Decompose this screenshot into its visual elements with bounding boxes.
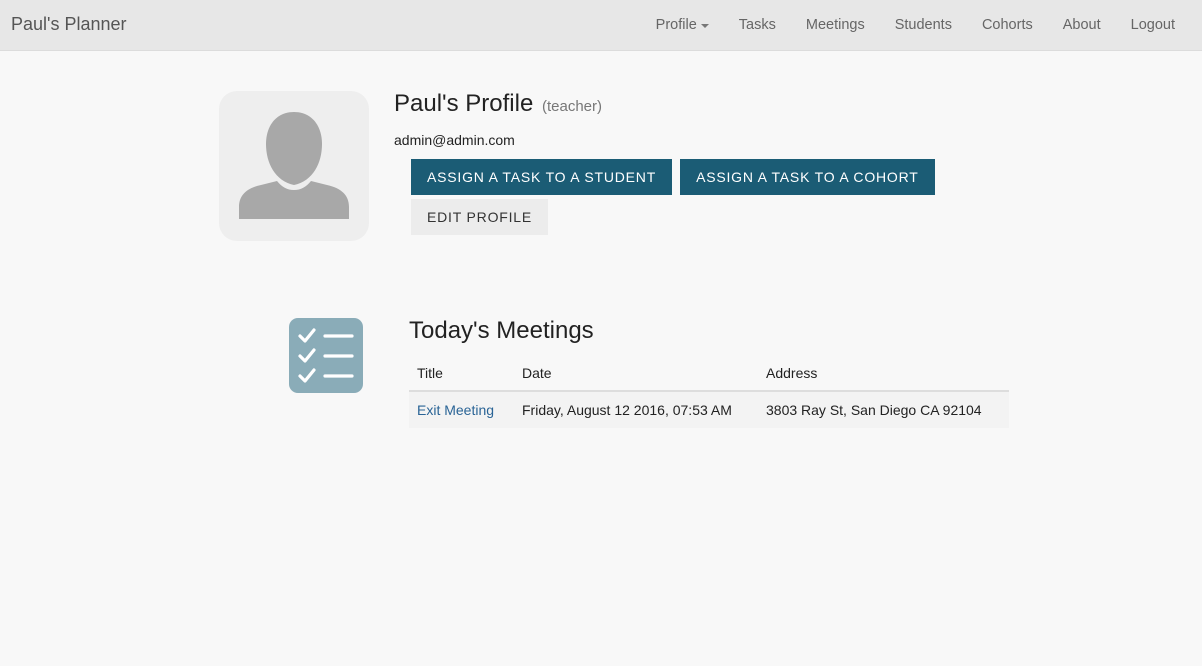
- nav-item-logout[interactable]: Logout: [1116, 17, 1190, 33]
- nav-item-profile-label: Profile: [655, 17, 697, 33]
- table-row: Exit Meeting Friday, August 12 2016, 07:…: [409, 391, 1009, 428]
- nav-item-profile[interactable]: Profile: [641, 17, 724, 33]
- nav-item-cohorts[interactable]: Cohorts: [967, 17, 1048, 33]
- profile-role: (teacher): [541, 98, 603, 115]
- meeting-title-link[interactable]: Exit Meeting: [417, 402, 494, 418]
- nav-item-meetings-label: Meetings: [805, 17, 865, 33]
- meeting-date-cell: Friday, August 12 2016, 07:53 AM: [514, 391, 758, 428]
- nav-item-cohorts-label: Cohorts: [981, 17, 1033, 33]
- table-header-row: Title Date Address: [409, 355, 1009, 392]
- meetings-table: Title Date Address Exit Meeting Friday, …: [409, 355, 1009, 428]
- assign-task-cohort-button[interactable]: ASSIGN A TASK TO A COHORT: [680, 159, 935, 195]
- nav-item-meetings[interactable]: Meetings: [791, 17, 880, 33]
- nav-item-about[interactable]: About: [1048, 17, 1116, 33]
- brand-link[interactable]: Paul's Planner: [11, 14, 127, 35]
- nav-item-about-label: About: [1062, 17, 1101, 33]
- nav-menu: Profile Tasks Meetings Students Cohorts …: [641, 0, 1202, 50]
- nav-item-tasks[interactable]: Tasks: [724, 17, 791, 33]
- nav-item-students-label: Students: [894, 17, 952, 33]
- column-header-address: Address: [758, 355, 1009, 392]
- top-navbar: Paul's Planner Profile Tasks Meetings St…: [0, 0, 1202, 51]
- column-header-title: Title: [409, 355, 514, 392]
- user-silhouette-icon: [239, 112, 349, 219]
- profile-name: Paul's Profile: [394, 90, 534, 117]
- assign-task-student-button[interactable]: ASSIGN A TASK TO A STUDENT: [411, 159, 673, 195]
- edit-profile-button[interactable]: EDIT PROFILE: [411, 199, 549, 235]
- nav-item-tasks-label: Tasks: [738, 17, 776, 33]
- profile-heading: Paul's Profile (teacher): [394, 88, 602, 123]
- caret-down-icon: [700, 24, 709, 28]
- meeting-title-cell: Exit Meeting: [409, 391, 514, 428]
- profile-avatar: [219, 91, 369, 241]
- profile-info: Paul's Profile (teacher) admin@admin.com: [394, 88, 602, 149]
- nav-item-students[interactable]: Students: [880, 17, 967, 33]
- profile-email: admin@admin.com: [394, 132, 515, 148]
- column-header-date: Date: [514, 355, 758, 392]
- meeting-address-cell: 3803 Ray St, San Diego CA 92104: [758, 391, 1009, 428]
- checklist-icon: [289, 318, 363, 393]
- profile-actions: ASSIGN A TASK TO A STUDENT ASSIGN A TASK…: [411, 159, 935, 195]
- nav-item-logout-label: Logout: [1130, 17, 1175, 33]
- meetings-heading: Today's Meetings: [409, 317, 594, 344]
